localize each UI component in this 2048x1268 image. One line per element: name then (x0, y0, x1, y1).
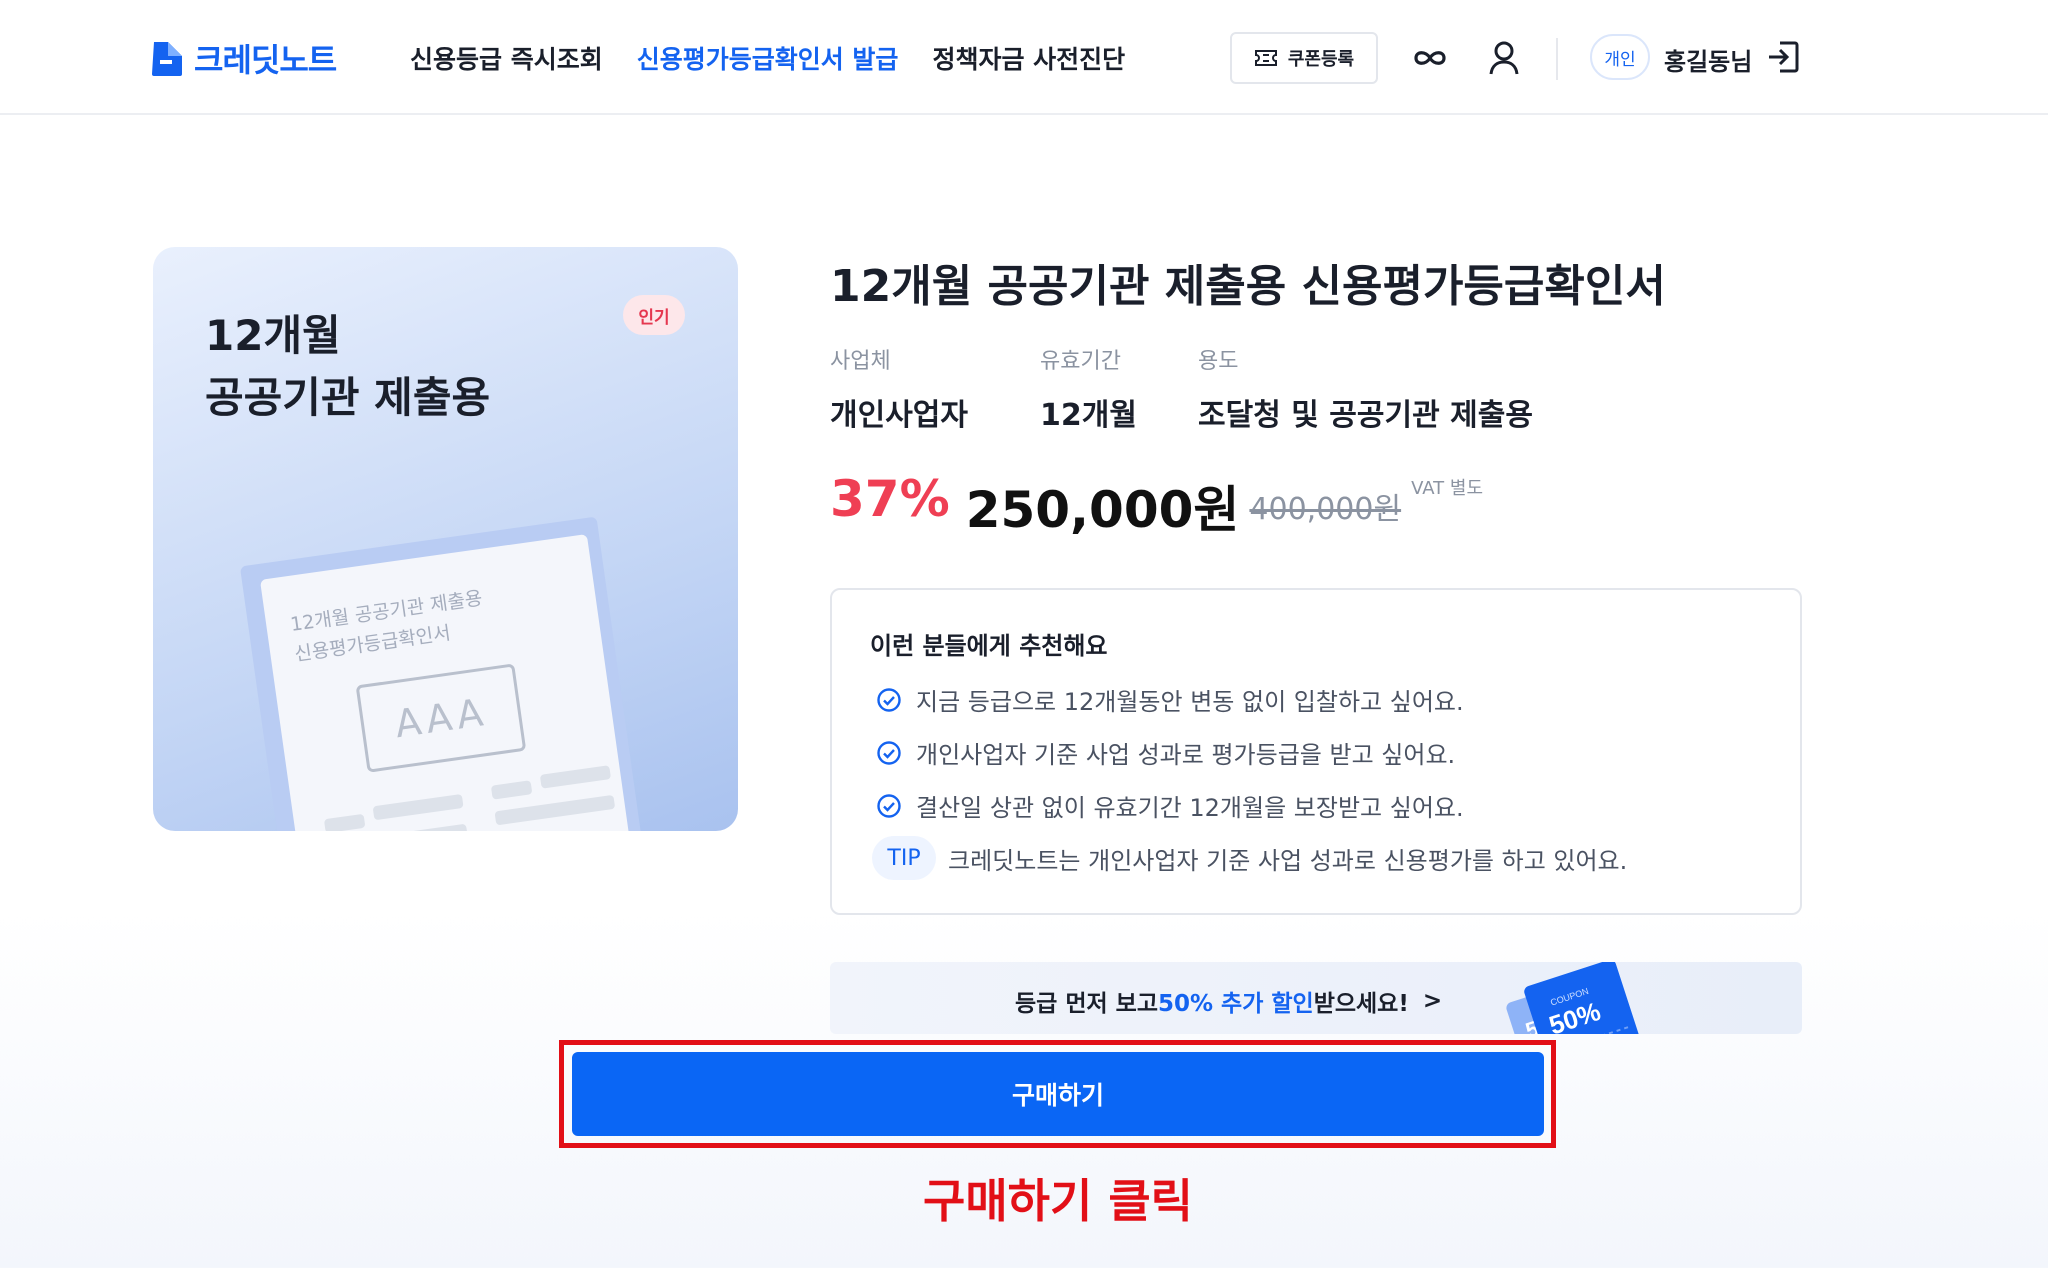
product-card-image: 12개월 공공기관 제출용 인기 12개월 공공기관 제출용 신용평가등급확인서… (153, 247, 738, 831)
sale-price: 250,000원 (965, 481, 1240, 539)
recommendation-text: 결산일 상관 없이 유효기간 12개월을 보장받고 싶어요. (916, 794, 1464, 822)
coupon-register-button[interactable]: 쿠폰등록 (1230, 32, 1378, 84)
spec-label-business: 사업체 (830, 349, 891, 374)
nav-item-certificate-issue[interactable]: 신용평가등급확인서 발급 (637, 40, 899, 76)
nav-item-policy-fund[interactable]: 정책자금 사전진단 (932, 40, 1125, 76)
recommendation-text: 지금 등급으로 12개월동안 변동 없이 입찰하고 싶어요. (916, 688, 1464, 716)
spec-value-business: 개인사업자 (830, 398, 968, 433)
promo-text: 등급 먼저 보고 50% 추가 할인 받으세요! > (1015, 984, 1442, 1018)
tip-row: TIP 크레딧노트는 개인사업자 기준 사업 성과로 신용평가를 하고 있어요. (872, 836, 1627, 880)
logo-icon (152, 42, 182, 76)
discount-rate: 37% (830, 470, 950, 528)
coupon-register-label: 쿠폰등록 (1287, 49, 1355, 70)
recommendation-item: 개인사업자 기준 사업 성과로 평가등급을 받고 싶어요. (876, 735, 1455, 770)
document-line (494, 794, 616, 826)
spec-value-validity: 12개월 (1040, 398, 1137, 433)
popular-badge: 인기 (623, 295, 685, 335)
document-line (372, 793, 464, 821)
account-type-badge: 개인 (1590, 34, 1650, 80)
document-line (490, 780, 533, 800)
recommendation-box: 이런 분들에게 추천해요 지금 등급으로 12개월동안 변동 없이 입찰하고 싶… (830, 588, 1802, 915)
coupon-ticket-icon: 5 COUPON 50% (1506, 962, 1644, 1034)
check-circle-icon (877, 687, 901, 712)
logo[interactable]: 크레딧노트 (152, 38, 337, 79)
chevron-right-icon: > (1422, 988, 1443, 1014)
vat-note: VAT 별도 (1411, 478, 1484, 499)
discount-promo-banner[interactable]: 등급 먼저 보고 50% 추가 할인 받으세요! > 5 COUPON 50% (830, 962, 1802, 1034)
instruction-annotation: 구매하기 클릭 (923, 1174, 1193, 1228)
document-front: 12개월 공공기관 제출용 신용평가등급확인서 AAA (259, 533, 640, 831)
card-title: 12개월 공공기관 제출용 (205, 305, 490, 429)
tip-text: 크레딧노트는 개인사업자 기준 사업 성과로 신용평가를 하고 있어요. (948, 846, 1628, 875)
spec-value-usage: 조달청 및 공공기관 제출용 (1198, 398, 1533, 433)
main-nav: 신용등급 즉시조회 신용평가등급확인서 발급 정책자금 사전진단 (410, 40, 1125, 76)
user-icon[interactable] (1484, 38, 1524, 78)
document-line (323, 813, 366, 831)
document-line (539, 765, 612, 789)
document-illustration: 12개월 공공기관 제출용 신용평가등급확인서 AAA (236, 481, 691, 831)
ticket-icon (1254, 50, 1277, 66)
recommendation-item: 결산일 상관 없이 유효기간 12개월을 보장받고 싶어요. (876, 788, 1464, 823)
spec-label-validity: 유효기간 (1040, 349, 1121, 374)
buy-button[interactable]: 구매하기 (572, 1052, 1544, 1136)
recommendation-text: 개인사업자 기준 사업 성과로 평가등급을 받고 싶어요. (916, 741, 1456, 769)
recommendation-item: 지금 등급으로 12개월동안 변동 없이 입찰하고 싶어요. (876, 682, 1464, 717)
promo-text-before: 등급 먼저 보고 (1015, 991, 1158, 1017)
spec-label-usage: 용도 (1198, 349, 1239, 374)
card-title-line2: 공공기관 제출용 (205, 373, 491, 422)
check-circle-icon (877, 793, 901, 818)
promo-text-after: 받으세요! (1313, 991, 1409, 1017)
top-header: 크레딧노트 신용등급 즉시조회 신용평가등급확인서 발급 정책자금 사전진단 쿠… (0, 0, 2048, 115)
tip-badge: TIP (872, 836, 936, 880)
check-circle-icon (877, 740, 901, 765)
infinity-icon[interactable] (1410, 38, 1450, 78)
document-text: 12개월 공공기관 제출용 신용평가등급확인서 (288, 583, 488, 669)
recommendation-title: 이런 분들에게 추천해요 (870, 632, 1108, 660)
header-divider (1556, 38, 1558, 80)
document-grade-box: AAA (355, 663, 527, 773)
username[interactable]: 홍길동님 (1664, 42, 1752, 77)
card-title-line1: 12개월 (205, 311, 341, 360)
product-title: 12개월 공공기관 제출용 신용평가등급확인서 (830, 261, 1666, 312)
price-row: 37% 250,000원 400,000원 VAT 별도 (830, 470, 1483, 542)
nav-item-credit-check[interactable]: 신용등급 즉시조회 (410, 40, 603, 76)
logo-text: 크레딧노트 (194, 41, 337, 79)
original-price: 400,000원 (1249, 492, 1402, 527)
logout-icon[interactable] (1766, 40, 1800, 74)
promo-highlight: 50% 추가 할인 (1157, 991, 1314, 1017)
